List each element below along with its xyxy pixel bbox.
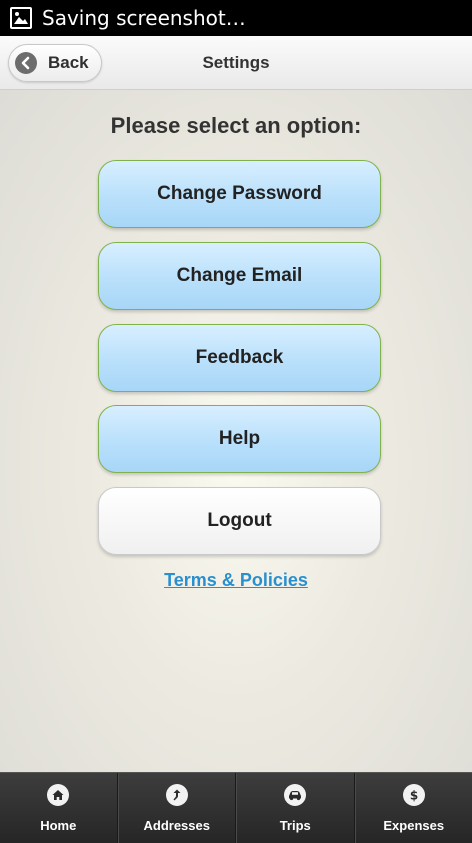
nav-item-trips[interactable]: Trips	[236, 773, 355, 843]
nav-label-expenses: Expenses	[383, 818, 445, 833]
logout-button[interactable]: Logout	[98, 487, 381, 555]
nav-item-home[interactable]: Home	[0, 773, 118, 843]
change-email-button[interactable]: Change Email	[98, 242, 381, 310]
status-text: Saving screenshot…	[42, 6, 246, 30]
option-prompt: Please select an option:	[110, 113, 362, 138]
screenshot-icon	[10, 7, 32, 29]
feedback-button[interactable]: Feedback	[98, 324, 381, 392]
terms-policies-link[interactable]: Terms & Policies	[0, 570, 472, 591]
back-label: Back	[48, 53, 89, 72]
nav-label-home: Home	[40, 818, 77, 833]
car-icon	[284, 784, 307, 806]
back-arrow-icon	[15, 52, 37, 74]
nav-item-addresses[interactable]: Addresses	[117, 773, 236, 843]
nav-label-trips: Trips	[279, 818, 311, 833]
nav-label-addresses: Addresses	[143, 818, 210, 833]
status-bar: Saving screenshot…	[0, 0, 472, 36]
home-icon	[47, 784, 70, 806]
header: Back Settings	[0, 36, 472, 90]
help-button[interactable]: Help	[98, 405, 381, 473]
svg-text:$: $	[410, 789, 418, 803]
addresses-icon	[165, 784, 188, 806]
nav-item-expenses[interactable]: $ Expenses	[354, 773, 472, 843]
bottom-nav: Home Addresses Trips $ Expenses	[0, 772, 472, 843]
dollar-icon: $	[402, 784, 425, 806]
back-button[interactable]: Back	[8, 44, 102, 82]
change-password-button[interactable]: Change Password	[98, 160, 381, 228]
settings-content: Please select an option: Change Password…	[0, 90, 472, 772]
